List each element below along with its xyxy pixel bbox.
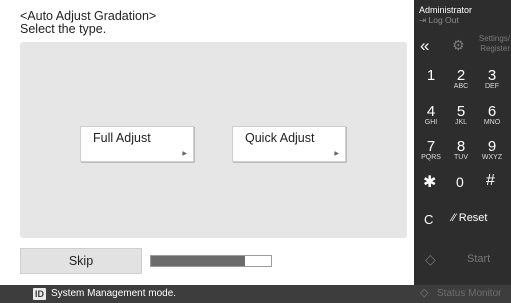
key-7[interactable]: 7 PQRS	[416, 136, 446, 166]
key-2-number: 2	[456, 67, 466, 84]
key-9-number: 9	[487, 138, 497, 155]
key-3[interactable]: 3 DEF	[477, 65, 507, 95]
key-5-number: 5	[456, 103, 466, 120]
hash-key[interactable]: #	[486, 172, 495, 190]
key-5-letters: JKL	[454, 119, 468, 126]
full-adjust-button[interactable]: Full Adjust ▶	[80, 126, 194, 162]
settings-label-line1: Settings/	[478, 34, 510, 43]
status-message: System Management mode.	[51, 288, 177, 299]
reset-icon: ⁄⁄	[452, 212, 456, 224]
main-area: <Auto Adjust Gradation> Select the type.…	[0, 0, 414, 285]
logout-link[interactable]: ⇥ Log Out	[419, 15, 459, 26]
instruction-text: Select the type.	[20, 22, 107, 36]
key-6[interactable]: 6 MNO	[477, 101, 507, 131]
key-4-number: 4	[426, 103, 436, 120]
key-6-number: 6	[487, 103, 497, 120]
logout-label: Log Out	[428, 15, 459, 25]
key-6-letters: MNO	[483, 119, 501, 126]
key-8-number: 8	[456, 138, 466, 155]
key-3-number: 3	[487, 67, 497, 84]
progress-bar	[150, 255, 272, 267]
key-9-letters: WXYZ	[481, 154, 503, 161]
star-key[interactable]: ✱	[423, 172, 436, 192]
key-7-number: 7	[426, 138, 436, 155]
key-9[interactable]: 9 WXYZ	[477, 136, 507, 166]
logout-icon: ⇥	[419, 15, 427, 25]
status-monitor-icon: ◇	[420, 287, 429, 299]
chevron-right-icon: ▶	[182, 151, 187, 157]
chevron-right-icon: ▶	[334, 151, 339, 157]
key-4[interactable]: 4 GHI	[416, 101, 446, 131]
gear-icon: ⚙	[452, 37, 465, 53]
key-4-letters: GHI	[424, 119, 438, 126]
reset-label: Reset	[458, 212, 488, 224]
start-button[interactable]: Start	[467, 253, 490, 265]
status-monitor-button[interactable]: Status Monitor	[437, 288, 501, 299]
id-badge-icon: ID	[33, 288, 46, 300]
key-3-letters: DEF	[485, 83, 499, 90]
progress-fill	[151, 256, 245, 266]
clear-key[interactable]: C	[424, 212, 433, 227]
key-5[interactable]: 5 JKL	[446, 101, 476, 131]
back-button[interactable]: «	[420, 36, 440, 56]
user-name: Administrator	[419, 5, 473, 15]
reset-button[interactable]: ⁄⁄ Reset	[452, 212, 488, 224]
key-2[interactable]: 2 ABC	[446, 65, 476, 95]
key-8[interactable]: 8 TUV	[446, 136, 476, 166]
full-adjust-label: Full Adjust	[93, 131, 151, 145]
zero-key[interactable]: 0	[456, 174, 464, 190]
settings-register-button[interactable]: Settings/ Register	[468, 34, 510, 54]
skip-button[interactable]: Skip	[20, 248, 142, 274]
start-icon: ◇	[425, 251, 436, 267]
key-7-letters: PQRS	[421, 154, 441, 161]
quick-adjust-label: Quick Adjust	[245, 131, 315, 145]
key-2-letters: ABC	[453, 83, 469, 90]
key-8-letters: TUV	[454, 154, 468, 161]
key-1-number: 1	[426, 67, 436, 84]
key-1[interactable]: 1	[416, 65, 446, 95]
selection-panel: Full Adjust ▶ Quick Adjust ▶	[20, 42, 407, 238]
page-title: <Auto Adjust Gradation>	[20, 9, 157, 23]
double-left-chevron-icon: «	[420, 36, 430, 55]
settings-label-line2: Register	[480, 44, 510, 53]
quick-adjust-button[interactable]: Quick Adjust ▶	[232, 126, 346, 162]
